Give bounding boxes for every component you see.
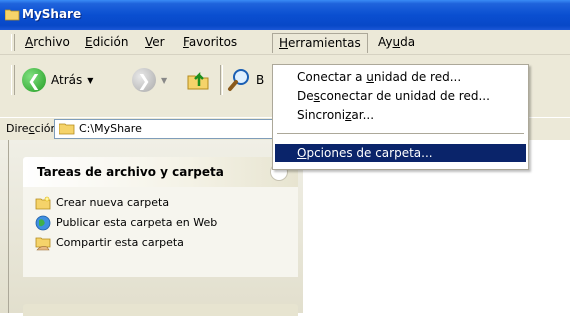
address-label: Dirección (6, 122, 58, 135)
folder-icon (59, 123, 75, 135)
panel-header[interactable]: Tareas de archivo y carpeta ⌃ (23, 157, 298, 187)
menu-archivo[interactable]: Archivo (19, 34, 76, 51)
menu-sincronizar[interactable]: Sincronizar... (275, 106, 526, 124)
back-arrow-icon: ❮ (22, 68, 46, 92)
globe-icon (35, 215, 51, 231)
menu-favoritos[interactable]: Favoritos (177, 34, 243, 51)
forward-dropdown-icon[interactable]: ▼ (161, 76, 167, 85)
task-publish-web[interactable]: Publicar esta carpeta en Web (23, 213, 298, 233)
menu-bar: Archivo Edición Ver Favoritos Herramient… (0, 30, 570, 55)
herramientas-dropdown: Conectar a unidad de red... Desconectar … (272, 64, 529, 170)
up-folder-icon (187, 71, 209, 90)
forward-arrow-icon: ❯ (132, 68, 156, 92)
search-icon (228, 69, 249, 91)
toolbar-grip[interactable] (11, 65, 15, 95)
address-field[interactable]: C:\MyShare (54, 119, 286, 139)
task-share-folder[interactable]: Compartir esta carpeta (23, 233, 298, 253)
menu-ayuda[interactable]: Ayuda (372, 34, 421, 51)
menu-edicion[interactable]: Edición (79, 34, 134, 51)
menu-opciones-carpeta[interactable]: Opciones de carpeta... (275, 144, 526, 162)
menu-separator (277, 133, 524, 134)
new-folder-icon (35, 196, 51, 210)
menu-herramientas[interactable]: Herramientas (272, 33, 368, 53)
task-label: Crear nueva carpeta (56, 196, 170, 209)
back-label: Atrás (51, 73, 83, 87)
window-title: MyShare (22, 7, 82, 21)
file-folder-tasks-panel: Tareas de archivo y carpeta ⌃ Crear nuev… (23, 157, 298, 277)
task-pane: Tareas de archivo y carpeta ⌃ Crear nuev… (0, 140, 304, 313)
back-dropdown-icon[interactable]: ▼ (87, 76, 93, 85)
folder-icon (5, 9, 20, 21)
task-new-folder[interactable]: Crear nueva carpeta (23, 193, 298, 213)
menu-desconectar-unidad[interactable]: Desconectar de unidad de red... (275, 87, 526, 105)
menu-conectar-unidad[interactable]: Conectar a unidad de red... (275, 68, 526, 86)
share-folder-icon (35, 237, 51, 251)
task-label: Publicar esta carpeta en Web (56, 216, 218, 229)
next-panel-header[interactable] (23, 304, 298, 316)
forward-button[interactable]: ❯ ▼ (132, 65, 167, 95)
panel-body: Crear nueva carpeta Publicar esta carpet… (23, 187, 298, 277)
search-label: B (256, 73, 265, 87)
title-bar: MyShare (0, 0, 570, 30)
search-button[interactable]: B (227, 65, 264, 95)
address-value: C:\MyShare (79, 122, 142, 135)
up-folder-button[interactable] (186, 65, 210, 95)
toolbar-separator (220, 65, 223, 95)
pane-edge (8, 140, 9, 313)
menu-ver[interactable]: Ver (139, 34, 171, 51)
task-label: Compartir esta carpeta (56, 236, 184, 249)
menubar-grip[interactable] (11, 34, 15, 51)
panel-title: Tareas de archivo y carpeta (37, 165, 224, 179)
back-button[interactable]: ❮ Atrás ▼ (22, 65, 93, 95)
